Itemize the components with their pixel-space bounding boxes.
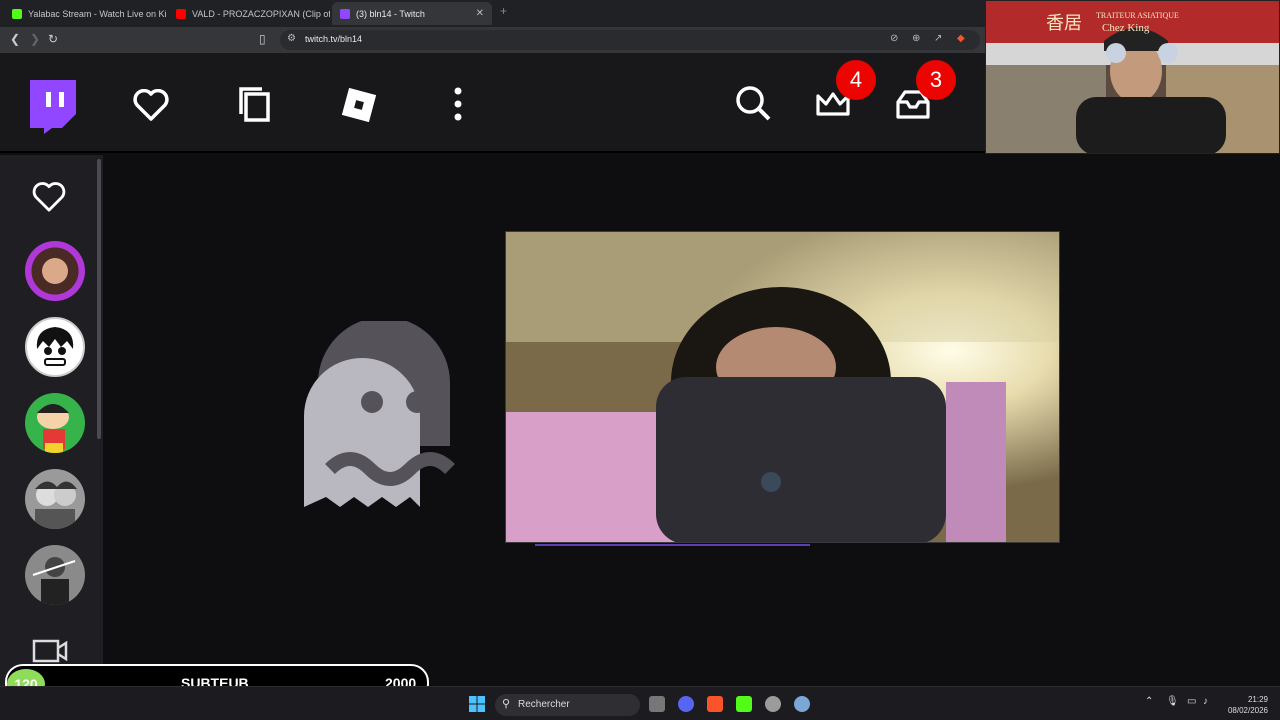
browse-icon[interactable] — [238, 86, 272, 122]
channel-avatar[interactable] — [25, 469, 85, 529]
obs-icon[interactable] — [765, 696, 781, 712]
followed-channels-sidebar — [0, 155, 103, 686]
followed-heart-icon[interactable] — [31, 182, 67, 212]
video-progress-bar — [535, 544, 810, 546]
forward-icon[interactable]: ❯ — [30, 32, 40, 46]
close-tab-icon[interactable]: ✕ — [470, 8, 484, 19]
system-clock[interactable]: 21:29 08/02/2026 — [1222, 694, 1268, 716]
tab-title: VALD - PROZACZOPIXAN (Clip offici — [192, 8, 330, 19]
address-bar[interactable]: ⚙ twitch.tv/bln14 ⊘ ⊕ ↗ ◆ — [280, 30, 980, 50]
windows-start-icon[interactable] — [469, 696, 485, 717]
streamer-webcam: 香居 TRAITEUR ASIATIQUE Chez King — [985, 0, 1280, 154]
notifications-badge: 4 — [836, 60, 876, 100]
twitch-icon — [340, 8, 350, 19]
back-icon[interactable]: ❮ — [10, 32, 20, 46]
brave-shield-icon[interactable]: ◆ — [957, 33, 965, 44]
share-icon[interactable]: ↗ — [934, 33, 942, 44]
clock-date: 08/02/2026 — [1227, 706, 1268, 715]
bookmark-icon[interactable]: ▯ — [259, 32, 266, 46]
following-heart-icon[interactable] — [133, 89, 169, 121]
browser-tab-kick[interactable]: Yalabac Stream - Watch Live on Kick — [4, 2, 166, 25]
volume-icon[interactable]: ♪ — [1203, 696, 1208, 707]
stream-video-player[interactable] — [505, 231, 1060, 543]
url-text: twitch.tv/bln14 — [305, 34, 363, 44]
video-camera-icon[interactable] — [32, 637, 68, 665]
browser-tab-youtube[interactable]: VALD - PROZACZOPIXAN (Clip offici — [168, 2, 330, 25]
clock-time: 21:29 — [1247, 695, 1268, 704]
translate-icon[interactable]: ⊘ — [890, 33, 898, 44]
browser-tab-twitch[interactable]: (3) bln14 - Twitch ✕ — [332, 2, 492, 25]
shop-sign-text: TRAITEUR ASIATIQUE — [1096, 11, 1179, 20]
settings-gear-icon[interactable] — [794, 696, 810, 712]
twitch-logo-icon[interactable] — [26, 80, 76, 134]
taskbar-search-input[interactable]: ⚲ Rechercher — [495, 694, 640, 716]
channel-avatar[interactable] — [25, 545, 85, 605]
zoom-icon[interactable]: ⊕ — [912, 33, 920, 44]
tab-title: (3) bln14 - Twitch — [356, 8, 425, 19]
sidebar-scrollbar[interactable] — [97, 159, 101, 439]
more-options-icon[interactable] — [451, 87, 465, 121]
search-placeholder: Rechercher — [518, 699, 570, 710]
microphone-icon[interactable]: 🎙 — [1166, 696, 1179, 707]
tray-chevron-up-icon[interactable]: ⌃ — [1145, 696, 1153, 707]
search-icon: ⚲ — [502, 698, 511, 710]
site-info-icon[interactable]: ⚙ — [287, 33, 296, 44]
youtube-icon — [176, 8, 186, 19]
new-tab-button[interactable]: + — [500, 4, 507, 18]
kick-icon — [12, 8, 22, 19]
task-view-icon[interactable] — [649, 696, 665, 712]
offline-ghost-icon — [300, 317, 468, 516]
channel-avatar[interactable] — [25, 317, 85, 377]
roblox-icon[interactable] — [339, 85, 379, 125]
discord-icon[interactable] — [678, 696, 694, 712]
kick-app-icon[interactable] — [736, 696, 752, 712]
channel-avatar[interactable] — [25, 393, 85, 453]
shop-sign-chinese: 香居 — [1046, 13, 1082, 33]
inbox-badge: 3 — [916, 60, 956, 100]
windows-taskbar: ⚲ Rechercher ⌃ 🎙 ▭ ♪ 21:29 08/02/2026 — [0, 686, 1280, 720]
network-icon[interactable]: ▭ — [1187, 696, 1196, 707]
search-icon[interactable] — [735, 85, 771, 121]
channel-avatar[interactable] — [25, 241, 85, 301]
tab-title: Yalabac Stream - Watch Live on Kick — [28, 8, 166, 19]
brave-browser-icon[interactable] — [707, 696, 723, 712]
shop-sign-name: Chez King — [1102, 22, 1150, 34]
reload-icon[interactable]: ↻ — [48, 32, 58, 46]
